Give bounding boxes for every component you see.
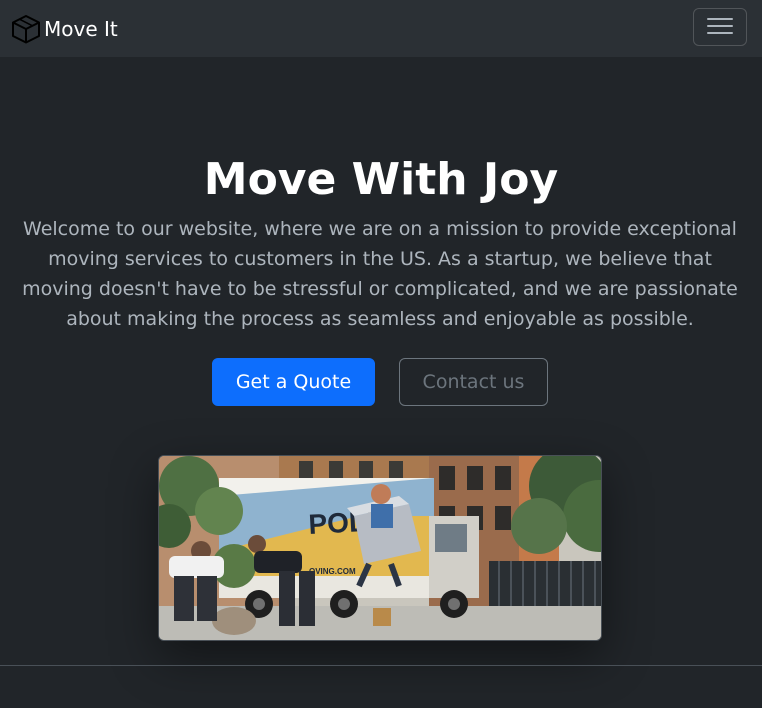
svg-text:OVING.COM: OVING.COM: [309, 567, 356, 576]
hero-title: Move With Joy: [203, 154, 559, 205]
contact-us-button[interactable]: Contact us: [399, 358, 548, 406]
hero-image-movers-truck: POLIS OVING.COM: [158, 455, 602, 641]
brand-label: Move It: [44, 17, 118, 41]
hamburger-menu-icon: [707, 16, 733, 39]
box-icon: [10, 13, 42, 45]
brand-link[interactable]: Move It: [10, 13, 118, 45]
hero-lead-text: Welcome to our website, where we are on …: [22, 218, 738, 330]
section-divider: [0, 665, 762, 666]
navbar: Move It: [0, 0, 762, 57]
get-a-quote-button[interactable]: Get a Quote: [212, 358, 375, 406]
navbar-toggler-button[interactable]: [693, 8, 747, 46]
